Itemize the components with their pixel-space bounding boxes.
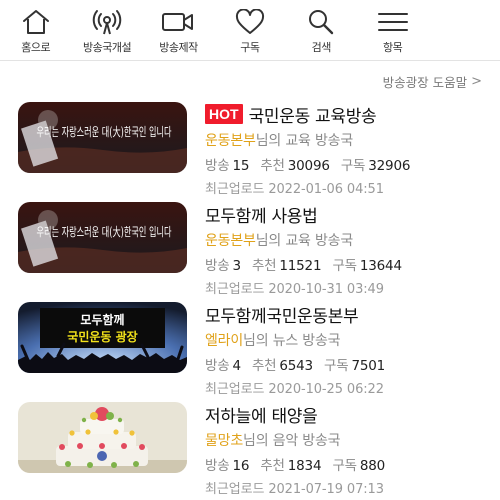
thumb-caption-line2: 국민운동 광장 <box>67 329 137 344</box>
broadcast-label: 방송 <box>205 458 230 474</box>
recent-upload-label: 최근업로드 <box>205 482 265 497</box>
nav-produce-label: 방송제작 <box>159 41 198 54</box>
thumbnail-cake[interactable] <box>18 402 187 473</box>
owner-name[interactable]: 운동본부 <box>205 133 256 149</box>
thumb-caption: 우리는 자랑스러운 대(大)한국인 입니다 <box>37 225 172 239</box>
nav-open-station[interactable]: 방송국개설 <box>71 0 142 60</box>
nav-subscribe-label: 구독 <box>240 41 260 54</box>
top-nav: 홈으로 방송국개설 방송제작 구독 검색 항목 <box>0 0 500 60</box>
list-item[interactable]: 모두함께 국민운동 광장 모두함께국민운동본부 엘라이님의 뉴스 방송국 방송 4… <box>0 292 500 397</box>
thumbnail-crowd[interactable]: 모두함께 국민운동 광장 <box>18 302 187 373</box>
nav-home-label: 홈으로 <box>21 41 51 54</box>
broadcast-count: 4 <box>232 358 241 374</box>
station-type: 교육 방송국 <box>285 233 354 249</box>
recommend-count: 11521 <box>279 258 322 274</box>
home-icon <box>18 8 54 36</box>
list-item[interactable]: 저하늘에 태양을 물망초님의 음악 방송국 방송 16 추천 1834 구독 880 … <box>0 392 500 497</box>
broadcast-label: 방송 <box>205 358 230 374</box>
owner-name[interactable]: 운동본부 <box>205 233 256 249</box>
stats: 방송 16 추천 1834 구독 880 <box>205 454 490 474</box>
help-link-label: 방송광장 도움말 <box>382 75 468 90</box>
station-title[interactable]: 모두함께 사용법 <box>205 202 318 227</box>
thumbnail-rally[interactable]: 우리는 자랑스러운 대(大)한국인 입니다 <box>18 202 187 273</box>
station-type: 뉴스 방송국 <box>272 333 341 349</box>
broadcast-icon <box>89 8 125 36</box>
recommend-count: 6543 <box>279 358 313 374</box>
subscribe-label: 구독 <box>324 358 349 374</box>
station-type: 음악 방송국 <box>272 433 341 449</box>
nav-search[interactable]: 검색 <box>286 0 357 60</box>
broadcast-label: 방송 <box>205 258 230 274</box>
owner-suffix: 님의 <box>243 433 269 449</box>
stats: 방송 3 추천 11521 구독 13644 <box>205 254 490 274</box>
owner-suffix: 님의 <box>243 333 269 349</box>
menu-icon <box>375 8 411 36</box>
subscribe-label: 구독 <box>332 258 357 274</box>
recommend-count: 1834 <box>287 458 322 474</box>
station-title[interactable]: 국민운동 교육방송 <box>249 102 377 127</box>
thumbnail-rally[interactable]: 우리는 자랑스러운 대(大)한국인 입니다 <box>18 102 187 173</box>
subscriber-count: 32906 <box>368 158 411 174</box>
recommend-label: 추천 <box>260 158 285 174</box>
subscriber-count: 7501 <box>351 358 386 374</box>
nav-divider <box>0 60 500 61</box>
broadcast-label: 방송 <box>205 158 230 174</box>
owner-name[interactable]: 물망초 <box>205 433 243 449</box>
recommend-count: 30096 <box>287 158 330 174</box>
thumb-caption: 우리는 자랑스러운 대(大)한국인 입니다 <box>37 125 172 139</box>
broadcast-count: 3 <box>232 258 241 274</box>
heart-icon <box>232 8 268 36</box>
thumb-caption-line1: 모두함께 <box>80 312 124 327</box>
subscribe-label: 구독 <box>340 158 366 174</box>
hot-badge: HOT <box>205 104 243 124</box>
nav-subscribe[interactable]: 구독 <box>214 0 285 60</box>
station-title[interactable]: 모두함께국민운동본부 <box>205 302 359 327</box>
item-info: 모두함께국민운동본부 엘라이님의 뉴스 방송국 방송 4 추천 6543 구독 750… <box>205 302 490 398</box>
item-info: HOT 국민운동 교육방송 운동본부님의 교육 방송국 방송 15 추천 30096… <box>205 102 490 197</box>
help-link[interactable]: 방송광장 도움말 > <box>383 72 482 91</box>
chevron-right-icon: > <box>471 74 482 89</box>
nav-home[interactable]: 홈으로 <box>0 0 71 60</box>
broadcast-count: 16 <box>232 458 250 474</box>
item-info: 모두함께 사용법 운동본부님의 교육 방송국 방송 3 추천 11521 구독 136… <box>205 202 490 298</box>
list-item[interactable]: 우리는 자랑스러운 대(大)한국인 입니다 모두함께 사용법 운동본부님의 교육… <box>0 192 500 297</box>
station-type: 교육 방송국 <box>285 133 354 149</box>
owner-name[interactable]: 엘라이 <box>205 333 243 349</box>
subscribe-label: 구독 <box>332 458 357 474</box>
owner-suffix: 님의 <box>255 133 282 149</box>
subscriber-count: 13644 <box>359 258 402 274</box>
owner-suffix: 님의 <box>255 233 282 249</box>
search-icon <box>303 8 339 36</box>
stats: 방송 15 추천 30096 구독 32906 <box>205 154 490 174</box>
nav-menu[interactable]: 항목 <box>357 0 428 60</box>
item-info: 저하늘에 태양을 물망초님의 음악 방송국 방송 16 추천 1834 구독 880 … <box>205 402 490 498</box>
recommend-label: 추천 <box>260 458 285 474</box>
broadcast-count: 15 <box>232 158 250 174</box>
recommend-label: 추천 <box>251 258 277 274</box>
stats: 방송 4 추천 6543 구독 7501 <box>205 354 490 374</box>
nav-produce[interactable]: 방송제작 <box>143 0 214 60</box>
nav-open-station-label: 방송국개설 <box>83 41 132 54</box>
station-list: 우리는 자랑스러운 대(大)한국인 입니다 HOT 국민운동 교육방송 운동본부… <box>0 92 500 497</box>
subscriber-count: 880 <box>359 458 386 474</box>
nav-search-label: 검색 <box>311 41 332 54</box>
list-item[interactable]: 우리는 자랑스러운 대(大)한국인 입니다 HOT 국민운동 교육방송 운동본부… <box>0 92 500 197</box>
recommend-label: 추천 <box>251 358 277 374</box>
upload-time: 2021-07-19 07:13 <box>268 482 384 497</box>
video-camera-icon <box>160 8 196 36</box>
nav-menu-label: 항목 <box>383 41 403 54</box>
station-title[interactable]: 저하늘에 태양을 <box>205 402 318 427</box>
